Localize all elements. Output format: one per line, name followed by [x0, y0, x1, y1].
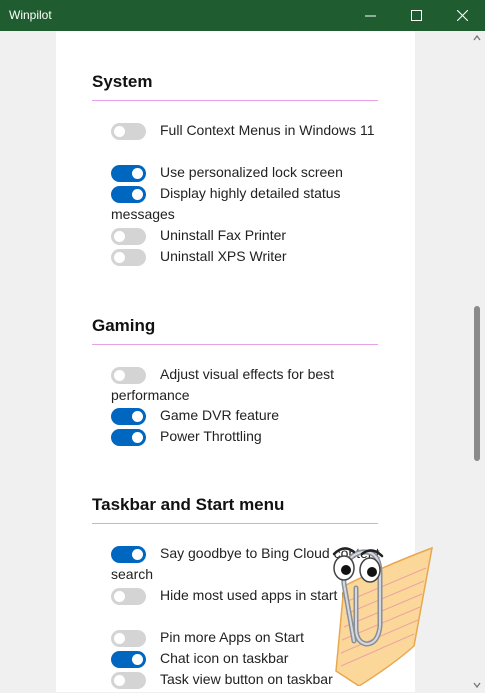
- vertical-scrollbar[interactable]: [471, 31, 483, 692]
- scroll-up-icon[interactable]: [473, 34, 481, 42]
- window-body: System Full Context Menus in Windows 11 …: [1, 31, 484, 692]
- section-divider: [92, 344, 378, 345]
- option-label: Use personalized lock screen: [160, 164, 343, 180]
- title-bar: Winpilot: [0, 0, 485, 31]
- scrollbar-thumb[interactable]: [474, 306, 480, 461]
- option-label: Uninstall Fax Printer: [160, 227, 287, 243]
- maximize-button[interactable]: [393, 0, 439, 31]
- scroll-down-icon[interactable]: [473, 681, 481, 689]
- minimize-icon: [364, 15, 376, 17]
- section-divider: [92, 100, 378, 101]
- paperclip-assistant-icon[interactable]: [314, 526, 434, 686]
- section-title-system: System: [92, 72, 153, 91]
- window-title: Winpilot: [9, 8, 52, 22]
- option-label: Adjust visual effects for best performan…: [111, 366, 335, 403]
- option-label: Power Throttling: [160, 428, 262, 444]
- maximize-icon: [410, 10, 422, 21]
- option-label: Uninstall XPS Writer: [160, 248, 287, 264]
- minimize-button[interactable]: [347, 0, 393, 31]
- section-divider: [92, 523, 378, 524]
- option-label: Full Context Menus in Windows 11: [160, 122, 375, 138]
- section-title-taskbar-start: Taskbar and Start menu: [92, 495, 285, 514]
- option-label: Display highly detailed status messages: [111, 185, 341, 222]
- option-label: Game DVR feature: [160, 407, 280, 423]
- section-title-gaming: Gaming: [92, 316, 156, 335]
- close-button[interactable]: [439, 0, 485, 31]
- close-icon: [456, 10, 468, 21]
